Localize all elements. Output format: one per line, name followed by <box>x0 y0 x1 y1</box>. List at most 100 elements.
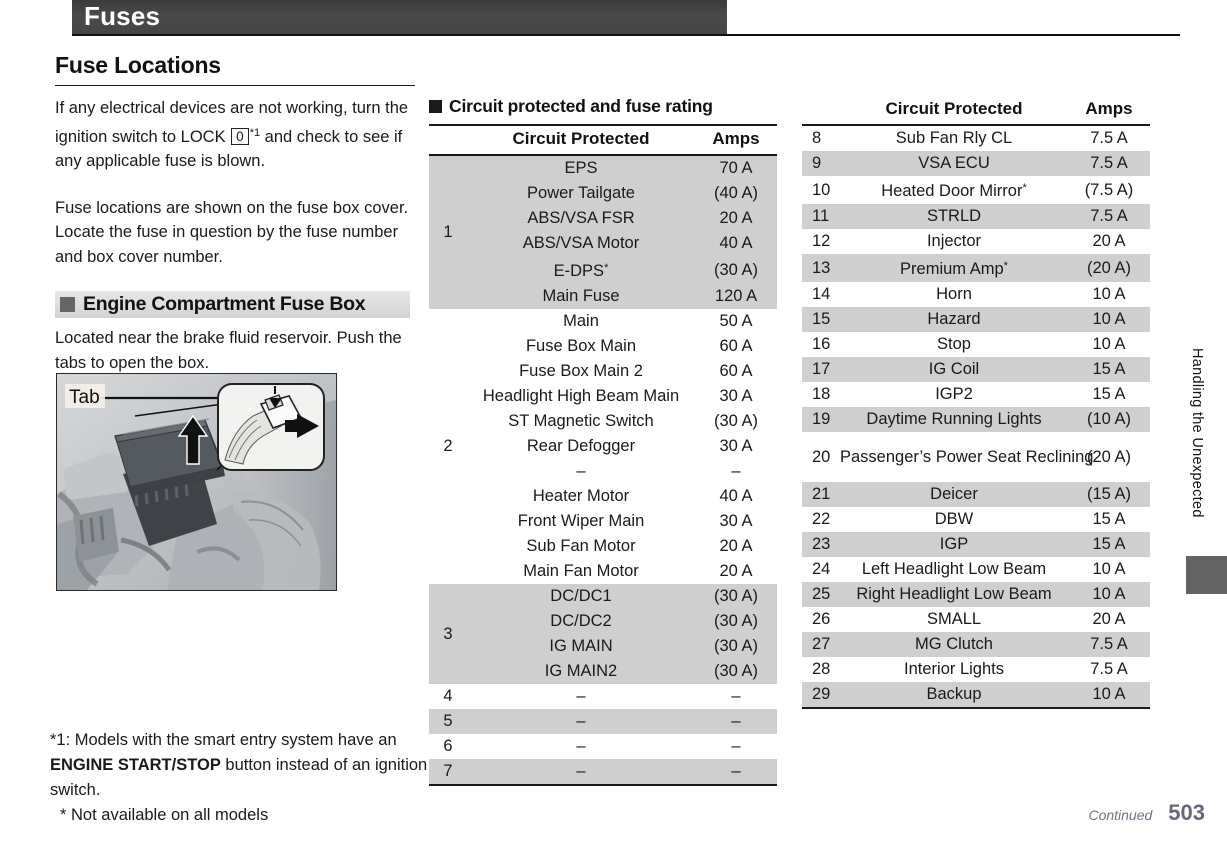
footnote-2: * Not available on all models <box>60 806 269 824</box>
cell-amps: – <box>695 759 777 786</box>
cell-circuit: IG Coil <box>840 357 1068 382</box>
cell-amps: – <box>731 712 741 730</box>
cell-amps: 15 A <box>1092 535 1126 553</box>
cell-amps: 15 A <box>1092 360 1126 378</box>
cell-amps: (30 A) <box>713 260 759 279</box>
circuit-name: STRLD <box>926 207 982 225</box>
circuit-name: Fuse Box Main <box>525 337 637 355</box>
cell-circuit: Front Wiper Main <box>467 509 695 534</box>
footnote-star-marker: * <box>1022 182 1027 194</box>
cell-amps: (30 A) <box>713 412 759 430</box>
cell-circuit: ST Magnetic Switch <box>467 409 695 434</box>
circuit-name: Front Wiper Main <box>517 512 645 530</box>
circuit-name: Main Fuse <box>542 287 620 305</box>
circuit-name: Interior Lights <box>904 660 1004 678</box>
cell-fuse-number: 10 <box>812 180 831 199</box>
table-row: E-DPS* (30 A) <box>429 256 777 284</box>
circuit-name: IG MAIN2 <box>544 662 618 680</box>
thumb-index-tab <box>1186 556 1227 594</box>
table-row: ABS/VSA Motor 40 A <box>429 231 777 256</box>
square-bullet-icon <box>60 297 75 312</box>
table-row: 10 Heated Door Mirror* (7.5 A) <box>802 176 1150 204</box>
table-row: 20 Passenger’s Power Seat Reclining (20 A) <box>802 432 1150 482</box>
table-row: 17 IG Coil 15 A <box>802 357 1150 382</box>
col-header-circuit: Circuit Protected <box>840 96 1068 126</box>
cell-circuit: Injector <box>840 229 1068 254</box>
cell-circuit: Sub Fan Rly CL <box>840 125 1068 151</box>
circuit-name: Main Fan Motor <box>523 562 639 580</box>
table-row: 18 IGP2 15 A <box>802 382 1150 407</box>
cell-amps: 10 A <box>1092 585 1126 603</box>
circuit-name: Hazard <box>927 310 981 328</box>
table-row: 16 Stop 10 A <box>802 332 1150 357</box>
circuit-name: Premium Amp <box>900 260 1004 278</box>
cell-circuit: Main <box>467 309 695 334</box>
cell-circuit: Left Headlight Low Beam <box>840 557 1068 582</box>
table-row: Power Tailgate (40 A) <box>429 181 777 206</box>
cell-fuse-number: 5 <box>443 712 453 730</box>
col-header-circuit: Circuit Protected <box>467 125 695 156</box>
circuit-name: IG MAIN <box>549 637 613 655</box>
middle-column: Circuit protected and fuse rating Circui… <box>429 96 777 786</box>
cell-fuse-number: 4 <box>443 687 453 705</box>
cell-amps: (20 A) <box>1086 258 1132 277</box>
subsection-title: Engine Compartment Fuse Box <box>83 293 366 315</box>
table-row: Main Fuse 120 A <box>429 284 777 309</box>
cell-circuit: – <box>467 684 695 709</box>
cell-circuit: Fuse Box Main <box>467 334 695 359</box>
cell-amps: 10 A <box>1092 310 1126 328</box>
cell-amps: 20 A <box>719 537 753 555</box>
cell-amps: 15 A <box>1092 385 1126 403</box>
circuit-name: Main <box>563 312 599 330</box>
lock-symbol-box: 0 <box>231 127 249 145</box>
cell-fuse-number: 17 <box>812 360 831 378</box>
circuit-name: E-DPS <box>553 262 605 280</box>
circuit-name: Deicer <box>930 485 978 503</box>
col-header-amps: Amps <box>1068 96 1150 126</box>
circuit-name: – <box>576 687 586 705</box>
cell-fuse-number: 15 <box>812 310 831 328</box>
table-row: DC/DC2 (30 A) <box>429 609 777 634</box>
cell-circuit: IG MAIN <box>467 634 695 659</box>
table-row: 22 DBW 15 A <box>802 507 1150 532</box>
cell-amps: 15 A <box>1092 510 1126 528</box>
circuit-name: Passenger’s Power Seat Reclining <box>840 447 1094 466</box>
footnote-1: *1: Models with the smart entry system h… <box>50 728 430 803</box>
cell-fuse-number: 20 <box>812 447 831 466</box>
circuit-name: – <box>576 712 586 730</box>
table-row: – – <box>429 459 777 484</box>
cell-amps: (30 A) <box>713 587 759 605</box>
circuit-name: IGP <box>939 535 969 553</box>
page-number: 503 <box>1168 800 1205 825</box>
cell-circuit: E-DPS* <box>467 256 695 284</box>
cell-fuse-number: 29 <box>802 682 840 709</box>
cell-fuse-number: 2 <box>443 437 453 455</box>
cell-circuit: Horn <box>840 282 1068 307</box>
cell-fuse-number: 24 <box>812 560 831 578</box>
cell-fuse-number: 18 <box>812 385 831 403</box>
chapter-header-bar: Fuses <box>72 0 727 34</box>
circuit-name: Injector <box>926 232 982 250</box>
circuit-name: ABS/VSA FSR <box>527 209 635 227</box>
table-row: 1 EPS 70 A <box>429 155 777 241</box>
left-column: Fuse Locations If any electrical devices… <box>55 52 415 397</box>
cell-amps: (30 A) <box>713 662 759 680</box>
cell-amps: (40 A) <box>713 184 759 202</box>
table-row: 8 Sub Fan Rly CL 7.5 A <box>802 125 1150 151</box>
table-row: Front Wiper Main 30 A <box>429 509 777 534</box>
cell-circuit: Deicer <box>840 482 1068 507</box>
circuit-name: Power Tailgate <box>527 184 635 202</box>
table-row: ABS/VSA FSR 20 A <box>429 206 777 231</box>
circuit-name: Sub Fan Motor <box>526 537 636 555</box>
cell-circuit: – <box>467 459 695 484</box>
cell-circuit: Fuse Box Main 2 <box>467 359 695 384</box>
footnote-1-text-a: *1: Models with the smart entry system h… <box>50 731 397 749</box>
circuit-name: – <box>576 737 586 755</box>
cell-circuit: DC/DC1 <box>467 584 695 609</box>
table-row: IG MAIN (30 A) <box>429 634 777 659</box>
table-row: 15 Hazard 10 A <box>802 307 1150 332</box>
circuit-name: ST Magnetic Switch <box>508 412 654 430</box>
cell-amps: 60 A <box>719 362 753 380</box>
table-body: 1 EPS 70 A Power Tailgate (40 A) ABS/VSA FSR 2… <box>429 155 777 786</box>
cell-amps: 20 A <box>719 209 753 227</box>
